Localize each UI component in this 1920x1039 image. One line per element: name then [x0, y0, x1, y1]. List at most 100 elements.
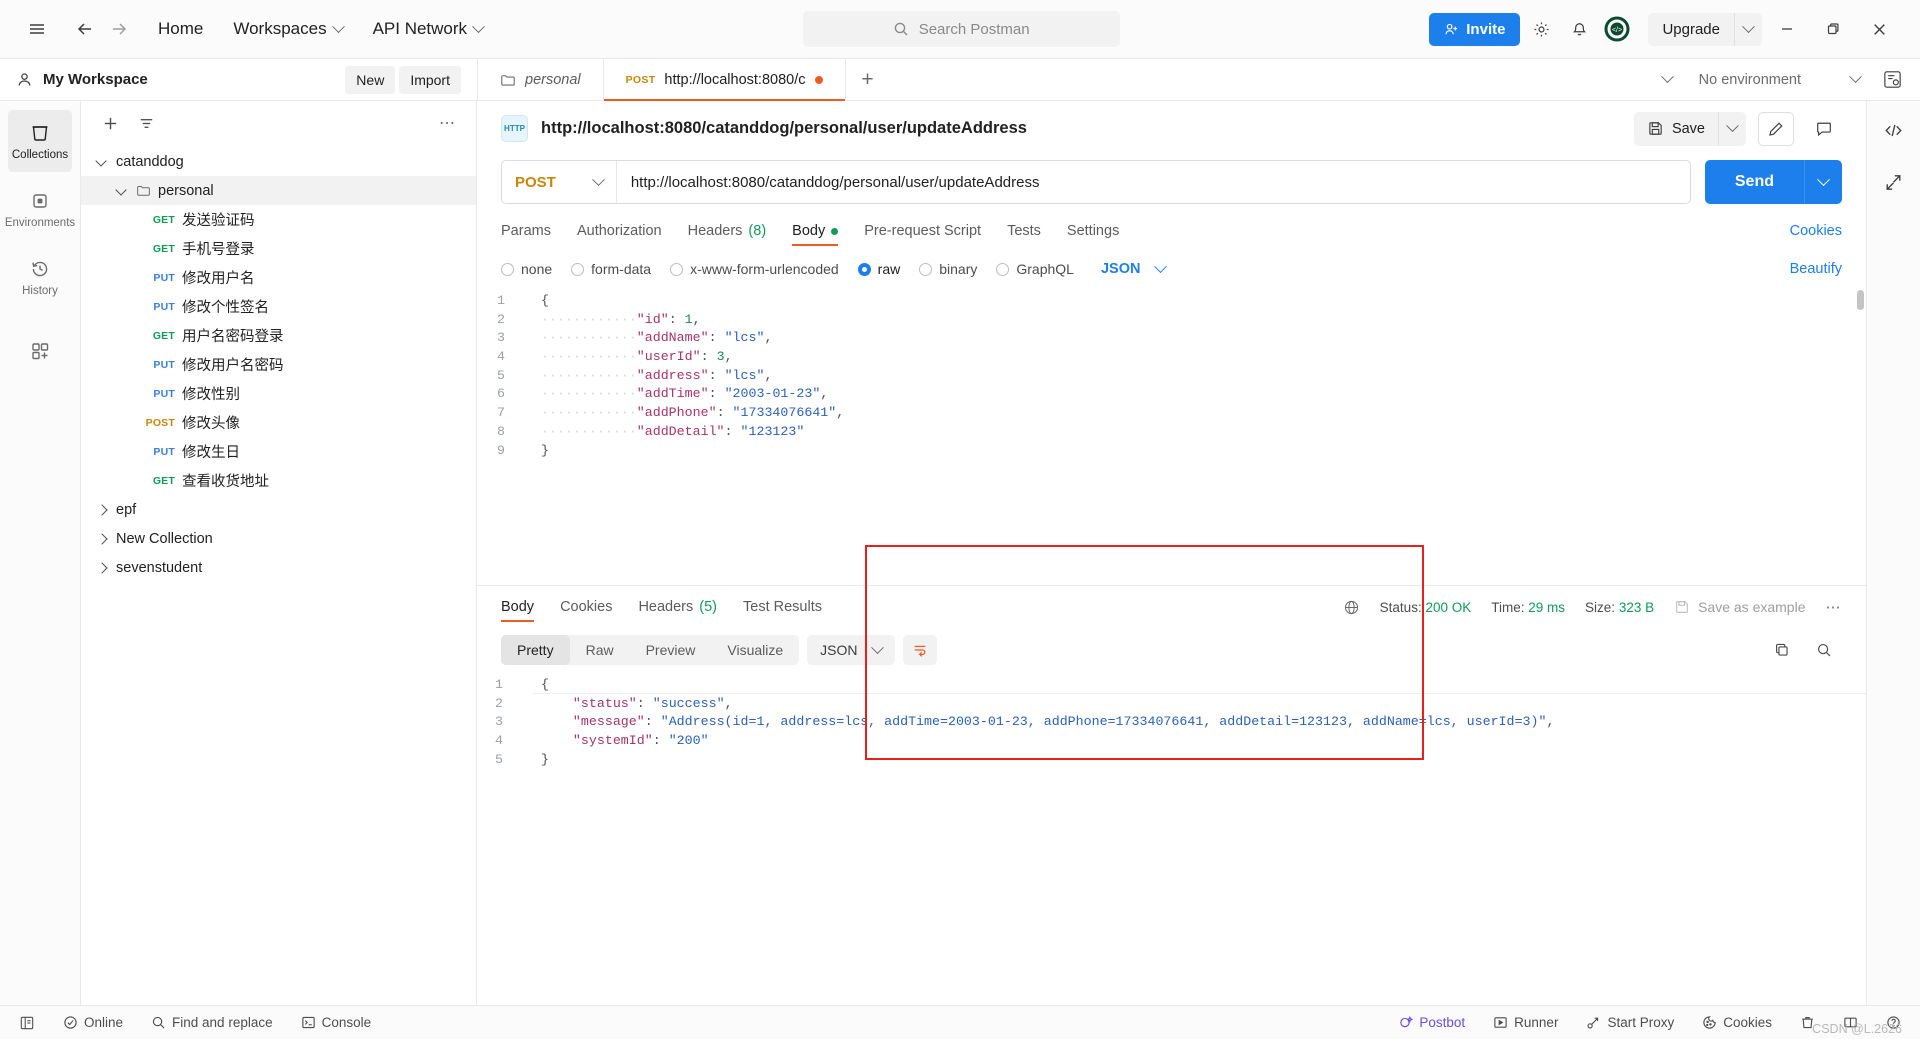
tab-pre-request-script[interactable]: Pre-request Script — [864, 210, 981, 252]
gear-icon[interactable] — [1524, 12, 1558, 46]
start-proxy-button[interactable]: Start Proxy — [1581, 1012, 1679, 1033]
code-snippet-icon[interactable] — [1876, 113, 1912, 147]
bell-icon[interactable] — [1562, 12, 1596, 46]
rail-item-collections[interactable]: Collections — [8, 110, 72, 172]
tree-request-item[interactable]: PUT 修改性别 — [81, 379, 476, 408]
body-type-none[interactable]: none — [501, 261, 552, 277]
account-avatar-icon[interactable]: </> — [1600, 12, 1634, 46]
tab-headers[interactable]: Headers (8) — [688, 210, 767, 252]
online-status[interactable]: Online — [58, 1012, 128, 1033]
radio-icon[interactable] — [857, 262, 871, 276]
runner-button[interactable]: Runner — [1488, 1012, 1563, 1033]
save-button[interactable]: Save — [1634, 112, 1718, 146]
chevron-down-icon[interactable] — [115, 184, 129, 198]
postbot-button[interactable]: Postbot — [1393, 1012, 1470, 1033]
import-button[interactable]: Import — [399, 65, 461, 94]
tree-request-item[interactable]: POST 修改头像 — [81, 408, 476, 437]
chevron-right-icon[interactable] — [95, 503, 109, 517]
http-method-select[interactable]: POST — [502, 161, 617, 203]
radio-icon[interactable] — [501, 262, 514, 276]
response-tab-cookies[interactable]: Cookies — [560, 586, 612, 628]
response-tab-body[interactable]: Body — [501, 586, 535, 628]
upgrade-button[interactable]: Upgrade — [1648, 13, 1734, 46]
word-wrap-icon[interactable] — [902, 635, 937, 665]
tree-request-item[interactable]: PUT 修改个性签名 — [81, 292, 476, 321]
response-view-visualize[interactable]: Visualize — [711, 635, 799, 665]
tab-authorization[interactable]: Authorization — [577, 210, 662, 252]
sidebar-toggle-icon[interactable] — [14, 1012, 40, 1034]
url-input[interactable] — [616, 173, 1690, 191]
chevron-down-icon[interactable] — [95, 155, 109, 169]
two-pane-icon[interactable] — [1838, 1012, 1863, 1033]
body-type-binary[interactable]: binary — [919, 261, 977, 277]
rail-item-environments[interactable]: Environments — [5, 178, 75, 240]
tab-params[interactable]: Params — [501, 210, 551, 252]
save-dropdown-chevron-down-icon[interactable] — [1718, 111, 1746, 146]
response-view-preview[interactable]: Preview — [630, 635, 712, 665]
invite-button[interactable]: Invite — [1429, 12, 1521, 46]
tree-request-item[interactable]: PUT 修改用户名密码 — [81, 350, 476, 379]
workspace-selector[interactable]: My Workspace New Import — [0, 59, 477, 101]
tab-body[interactable]: Body — [792, 210, 839, 252]
tree-collection-item[interactable]: New Collection — [81, 524, 476, 553]
tree-collection-item[interactable]: sevenstudent — [81, 553, 476, 582]
upgrade-dropdown-chevron-down-icon[interactable] — [1734, 12, 1762, 46]
copy-icon[interactable] — [1764, 633, 1800, 667]
response-view-raw[interactable]: Raw — [570, 635, 630, 665]
tree-request-item[interactable]: PUT 修改用户名 — [81, 263, 476, 292]
request-body-editor[interactable]: 1{2 ············"id": 1, 3 ············"add… — [477, 286, 1866, 760]
tab-settings[interactable]: Settings — [1067, 210, 1119, 252]
new-button[interactable]: New — [345, 65, 396, 94]
chevron-right-icon[interactable] — [95, 532, 109, 546]
tree-request-item[interactable]: GET 发送验证码 — [81, 205, 476, 234]
sidebar-more-options-icon[interactable]: ⋯ — [433, 113, 462, 133]
tab-tests[interactable]: Tests — [1007, 210, 1041, 252]
help-icon[interactable] — [1881, 1012, 1906, 1033]
rail-item-history[interactable]: History — [8, 246, 72, 308]
trash-icon[interactable] — [1795, 1012, 1820, 1033]
window-minimize-button[interactable] — [1766, 11, 1808, 47]
body-type-graphql[interactable]: GraphQL — [996, 261, 1074, 277]
response-tab-headers[interactable]: Headers (5) — [638, 586, 717, 628]
request-body-code[interactable]: 1{2 ············"id": 1, 3 ············"add… — [477, 286, 1866, 585]
body-type-x-www-form-urlencoded[interactable]: x-www-form-urlencoded — [670, 261, 839, 277]
editor-scrollbar[interactable] — [1857, 290, 1864, 310]
rail-item-add-apps[interactable] — [8, 326, 72, 376]
body-type-raw[interactable]: raw — [857, 261, 900, 277]
expand-collapse-icon[interactable] — [1876, 165, 1912, 199]
nav-api-network[interactable]: API Network — [363, 13, 493, 45]
response-tab-test-results[interactable]: Test Results — [743, 586, 822, 628]
tree-collection-item[interactable]: catanddog — [81, 147, 476, 176]
back-arrow-icon[interactable] — [68, 12, 102, 46]
response-body-code[interactable]: 1{2 "status": "success", 3 "message": "Ad… — [477, 672, 1866, 1005]
tree-request-item[interactable]: PUT 修改生日 — [81, 437, 476, 466]
plus-icon[interactable] — [95, 109, 125, 137]
tree-request-item[interactable]: GET 手机号登录 — [81, 234, 476, 263]
beautify-button[interactable]: Beautify — [1790, 261, 1842, 277]
comment-icon[interactable] — [1806, 112, 1842, 146]
tree-request-item[interactable]: GET 用户名密码登录 — [81, 321, 476, 350]
tab-request-updateaddress[interactable]: POST http://localhost:8080/c — [603, 58, 846, 101]
save-as-example-button[interactable]: Save as example — [1674, 599, 1806, 615]
forward-arrow-icon[interactable] — [102, 12, 136, 46]
search-icon[interactable] — [1806, 633, 1842, 667]
tabs-overflow-chevron-down-icon[interactable] — [1651, 63, 1685, 97]
tab-personal[interactable]: personal — [478, 58, 604, 101]
new-tab-button[interactable]: + — [846, 59, 890, 101]
console-button[interactable]: Console — [296, 1012, 377, 1033]
tree-collection-item[interactable]: epf — [81, 495, 476, 524]
search-input[interactable]: Search Postman — [802, 11, 1120, 47]
window-maximize-button[interactable] — [1812, 11, 1854, 47]
tree-folder-item[interactable]: personal — [81, 176, 476, 205]
radio-icon[interactable] — [919, 262, 933, 276]
response-format-select[interactable]: JSON — [807, 635, 895, 665]
environment-quick-look-icon[interactable] — [1874, 69, 1910, 90]
filter-icon[interactable] — [131, 109, 161, 137]
nav-workspaces[interactable]: Workspaces — [223, 13, 352, 45]
find-and-replace-button[interactable]: Find and replace — [146, 1012, 278, 1033]
send-options-chevron-down-icon[interactable] — [1804, 160, 1842, 204]
hamburger-icon[interactable] — [20, 12, 54, 46]
tree-request-item[interactable]: GET 查看收货地址 — [81, 466, 476, 495]
radio-icon[interactable] — [670, 262, 684, 276]
cookies-button[interactable]: Cookies — [1697, 1012, 1777, 1033]
